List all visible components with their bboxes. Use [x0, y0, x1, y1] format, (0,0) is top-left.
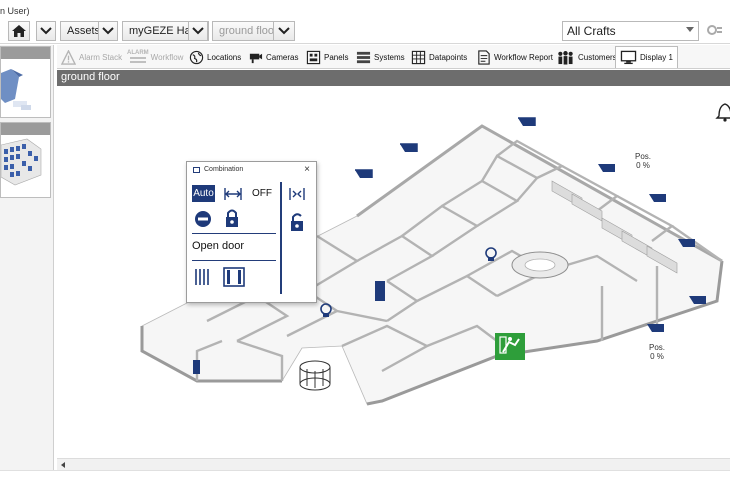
- customers-button[interactable]: Customers: [556, 47, 617, 67]
- cameras-button[interactable]: Cameras: [248, 47, 298, 67]
- systems-button[interactable]: Systems: [356, 47, 405, 67]
- chevron-down-icon: [278, 27, 290, 35]
- section-title: ground floor: [61, 71, 120, 83]
- workflow-label: Workflow: [150, 52, 184, 62]
- datapoints-button[interactable]: Datapoints: [411, 47, 467, 67]
- round-table-center: [524, 258, 556, 272]
- filter-settings-button[interactable]: [705, 23, 723, 39]
- users-icon: [558, 50, 573, 65]
- position-value: 0 %: [650, 352, 664, 361]
- workflow-report-button[interactable]: Workflow Report: [476, 47, 553, 67]
- systems-label: Systems: [374, 52, 405, 62]
- display-1-label: Display 1: [640, 53, 673, 62]
- datapoints-label: Datapoints: [429, 52, 468, 62]
- popup-title-row: Combination: [193, 166, 243, 173]
- thumbnail-floor-plan[interactable]: [0, 122, 51, 198]
- panels-label: Panels: [324, 52, 349, 62]
- panels-button[interactable]: Panels: [306, 47, 348, 67]
- position-label: Pos.: [635, 152, 652, 161]
- display-1-tab[interactable]: Display 1: [615, 46, 678, 68]
- settings-icon: [707, 25, 722, 35]
- crumb1-dropdown-button[interactable]: [36, 21, 56, 41]
- off-mode-button[interactable]: OFF: [252, 188, 272, 199]
- combination-popup: Combination × Auto OFF Open door: [186, 161, 317, 303]
- door-marker: [375, 281, 385, 301]
- crumb2-dropdown-button[interactable]: [98, 21, 118, 41]
- window-icon: [193, 166, 200, 173]
- thumbnail-header-bar: [1, 47, 50, 59]
- crumb4-dropdown-button[interactable]: [273, 21, 295, 41]
- no-entry-button[interactable]: [194, 210, 212, 228]
- popup-vertical-separator: [280, 182, 282, 294]
- thumbnail-panel: [0, 45, 54, 480]
- floor-thumbnail-image: [0, 138, 42, 186]
- lock-open-button[interactable]: [290, 212, 304, 232]
- door-marker: [193, 360, 200, 374]
- door-width-side-button[interactable]: [289, 187, 305, 201]
- position-value: 0 %: [636, 161, 650, 170]
- locations-label: Locations: [207, 52, 242, 62]
- monitor-icon: [620, 50, 637, 65]
- alarm-workflow-icon: ALARM: [127, 50, 149, 65]
- locations-button[interactable]: Locations: [189, 47, 241, 67]
- alarm-bell-icon: [715, 103, 730, 122]
- table-icon: [411, 50, 426, 64]
- section-header-bar: ground floor: [57, 70, 730, 86]
- alarm-stack-label: Alarm Stack: [79, 52, 123, 62]
- building-thumbnail-image: [1, 69, 31, 110]
- thumbnail-building-overview[interactable]: [0, 46, 51, 118]
- open-door-button[interactable]: Open door: [192, 240, 244, 252]
- report-icon: [478, 49, 490, 65]
- navigation-bar: Assets myGEZE Haus ground floor All Craf…: [0, 18, 730, 44]
- camera-icon: [249, 53, 263, 63]
- isometric-floor-plan: [140, 103, 730, 406]
- door-width-mode-button[interactable]: [224, 187, 242, 201]
- scroll-left-arrow-icon[interactable]: [61, 462, 65, 468]
- globe-icon: [189, 50, 204, 64]
- caret-down-icon: [686, 27, 694, 32]
- chevron-down-icon: [102, 27, 114, 35]
- crafts-select-value: All Crafts: [567, 24, 616, 38]
- status-strip: [0, 470, 730, 480]
- customers-label: Customers: [578, 52, 617, 62]
- popup-close-button[interactable]: ×: [304, 164, 310, 175]
- revolving-door: [299, 360, 331, 391]
- alarm-stack-button[interactable]: Alarm Stack: [61, 47, 122, 67]
- popup-divider: [192, 260, 276, 261]
- door-open-position-button[interactable]: [194, 268, 210, 286]
- workflow-button[interactable]: ALARM Workflow: [127, 47, 183, 67]
- position-label: Pos.: [649, 343, 666, 352]
- horizontal-scrollbar[interactable]: [57, 458, 730, 470]
- cameras-label: Cameras: [266, 52, 299, 62]
- exit-sign: [495, 333, 525, 360]
- position-indicator-top: Pos. 0 %: [635, 152, 651, 170]
- crafts-select[interactable]: All Crafts: [562, 21, 699, 41]
- server-icon: [356, 51, 371, 63]
- user-label: n User): [0, 6, 30, 16]
- warning-icon: [61, 49, 76, 65]
- home-button[interactable]: [8, 21, 30, 41]
- position-indicator-bottom: Pos. 0 %: [649, 343, 665, 361]
- lock-closed-button[interactable]: [225, 208, 239, 228]
- auto-mode-button[interactable]: Auto: [192, 185, 215, 202]
- workflow-report-label: Workflow Report: [494, 52, 553, 62]
- home-icon: [12, 25, 26, 37]
- door-closed-position-button[interactable]: [223, 267, 245, 287]
- crumb3-dropdown-button[interactable]: [188, 21, 208, 41]
- chevron-down-icon: [192, 27, 204, 35]
- popup-divider: [192, 233, 276, 234]
- popup-title: Combination: [204, 166, 244, 173]
- main-toolbar: Alarm Stack ALARM Workflow Locations Cam…: [57, 45, 730, 69]
- floor-plan-canvas[interactable]: Pos. 0 % Pos. 0 %: [57, 86, 730, 458]
- stack-lines-icon: [129, 56, 146, 63]
- thumbnail-header-bar: [1, 123, 50, 135]
- panel-icon: [306, 50, 321, 64]
- chevron-down-icon: [40, 27, 52, 35]
- window-title-strip: n User): [0, 0, 730, 18]
